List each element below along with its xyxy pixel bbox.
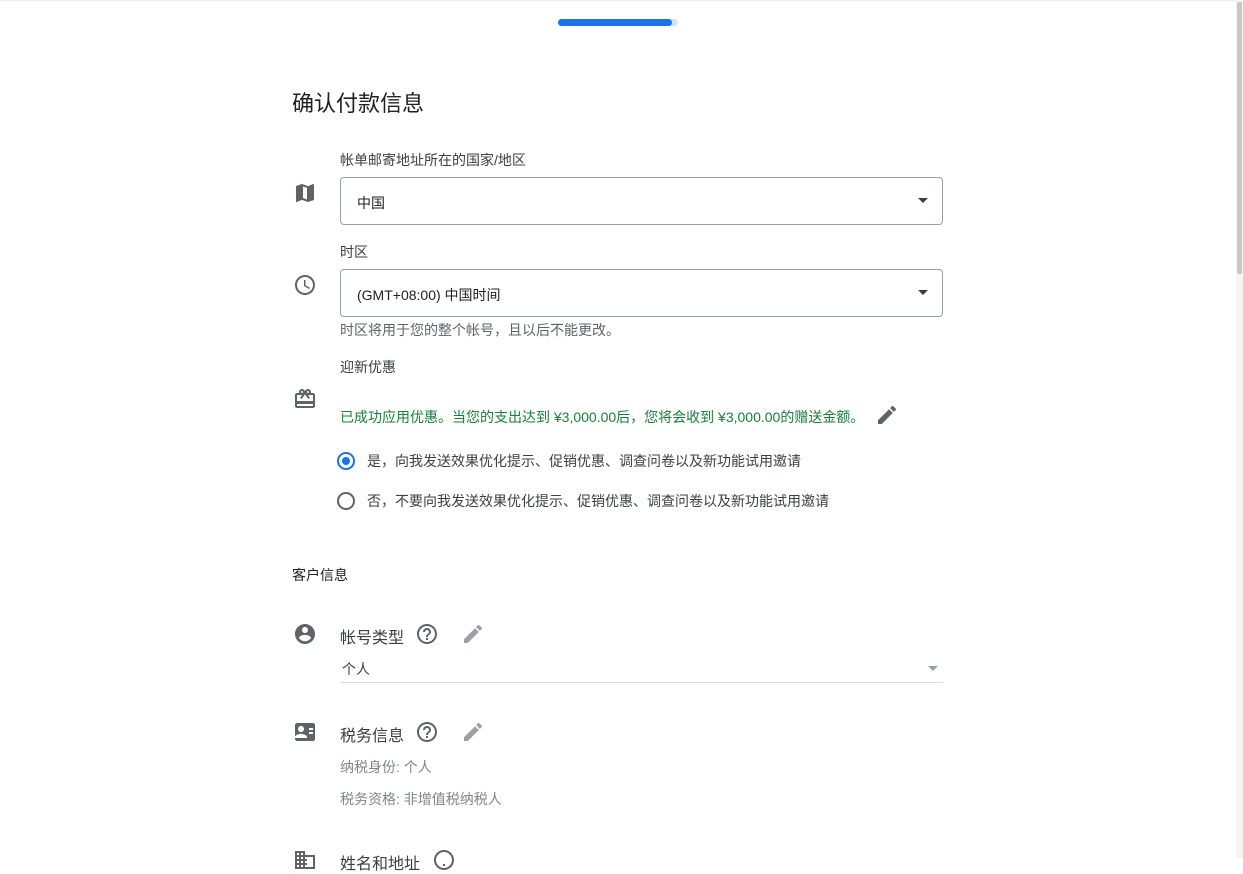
progress-bar-fill	[558, 19, 672, 26]
account-circle-icon	[293, 622, 317, 646]
timezone-value: (GMT+08:00) 中国时间	[357, 287, 501, 303]
account-type-value: 个人	[342, 661, 370, 677]
page-title: 确认付款信息	[292, 91, 425, 116]
tax-status-text: 纳税身份: 个人	[340, 759, 432, 775]
account-type-title: 帐号类型	[340, 630, 405, 647]
gift-icon	[293, 387, 317, 411]
timezone-hint: 时区将用于您的整个帐号，且以后不能更改。	[340, 322, 620, 338]
dropdown-caret-icon	[918, 290, 928, 295]
customer-info-section-title: 客户信息	[292, 567, 348, 583]
map-icon	[293, 181, 317, 205]
dropdown-caret-icon	[928, 666, 938, 671]
marketing-opt-out-radio[interactable]: 否，不要向我发送效果优化提示、促销优惠、调查问卷以及新功能试用邀请	[337, 490, 829, 512]
billing-country-label: 帐单邮寄地址所在的国家/地区	[340, 152, 526, 168]
tax-info-title: 税务信息	[340, 728, 405, 745]
edit-promo-pencil-icon[interactable]	[875, 403, 899, 427]
dropdown-caret-icon	[918, 198, 928, 203]
scrollbar-thumb[interactable]	[1237, 2, 1242, 274]
help-icon[interactable]	[415, 720, 439, 744]
business-icon	[293, 848, 317, 872]
edit-account-type-pencil-icon[interactable]	[461, 622, 485, 646]
timezone-label: 时区	[340, 244, 368, 260]
name-address-title: 姓名和地址	[340, 856, 421, 873]
marketing-opt-in-radio[interactable]: 是，向我发送效果优化提示、促销优惠、调查问卷以及新功能试用邀请	[337, 450, 801, 472]
billing-country-select[interactable]: 中国	[340, 177, 943, 225]
tax-qualification-text: 税务资格: 非增值税纳税人	[340, 791, 502, 807]
promo-label: 迎新优惠	[340, 359, 396, 375]
id-card-icon	[293, 720, 317, 744]
top-shadow	[0, 0, 1243, 2]
help-icon[interactable]	[432, 848, 456, 872]
promo-message: 已成功应用优惠。当您的支出达到 ¥3,000.00后，您将会收到 ¥3,000.…	[340, 409, 865, 425]
help-icon[interactable]	[415, 622, 439, 646]
marketing-opt-in-label: 是，向我发送效果优化提示、促销优惠、调查问卷以及新功能试用邀请	[367, 453, 801, 469]
edit-tax-info-pencil-icon[interactable]	[461, 720, 485, 744]
clock-icon	[293, 273, 317, 297]
timezone-select[interactable]: (GMT+08:00) 中国时间	[340, 269, 943, 317]
account-type-select[interactable]: 个人	[340, 656, 943, 683]
marketing-opt-out-label: 否，不要向我发送效果优化提示、促销优惠、调查问卷以及新功能试用邀请	[367, 493, 829, 509]
billing-country-value: 中国	[357, 195, 385, 211]
radio-button[interactable]	[337, 492, 355, 510]
radio-button[interactable]	[337, 452, 355, 470]
scrollbar[interactable]	[1236, 0, 1243, 858]
progress-bar	[558, 19, 678, 26]
